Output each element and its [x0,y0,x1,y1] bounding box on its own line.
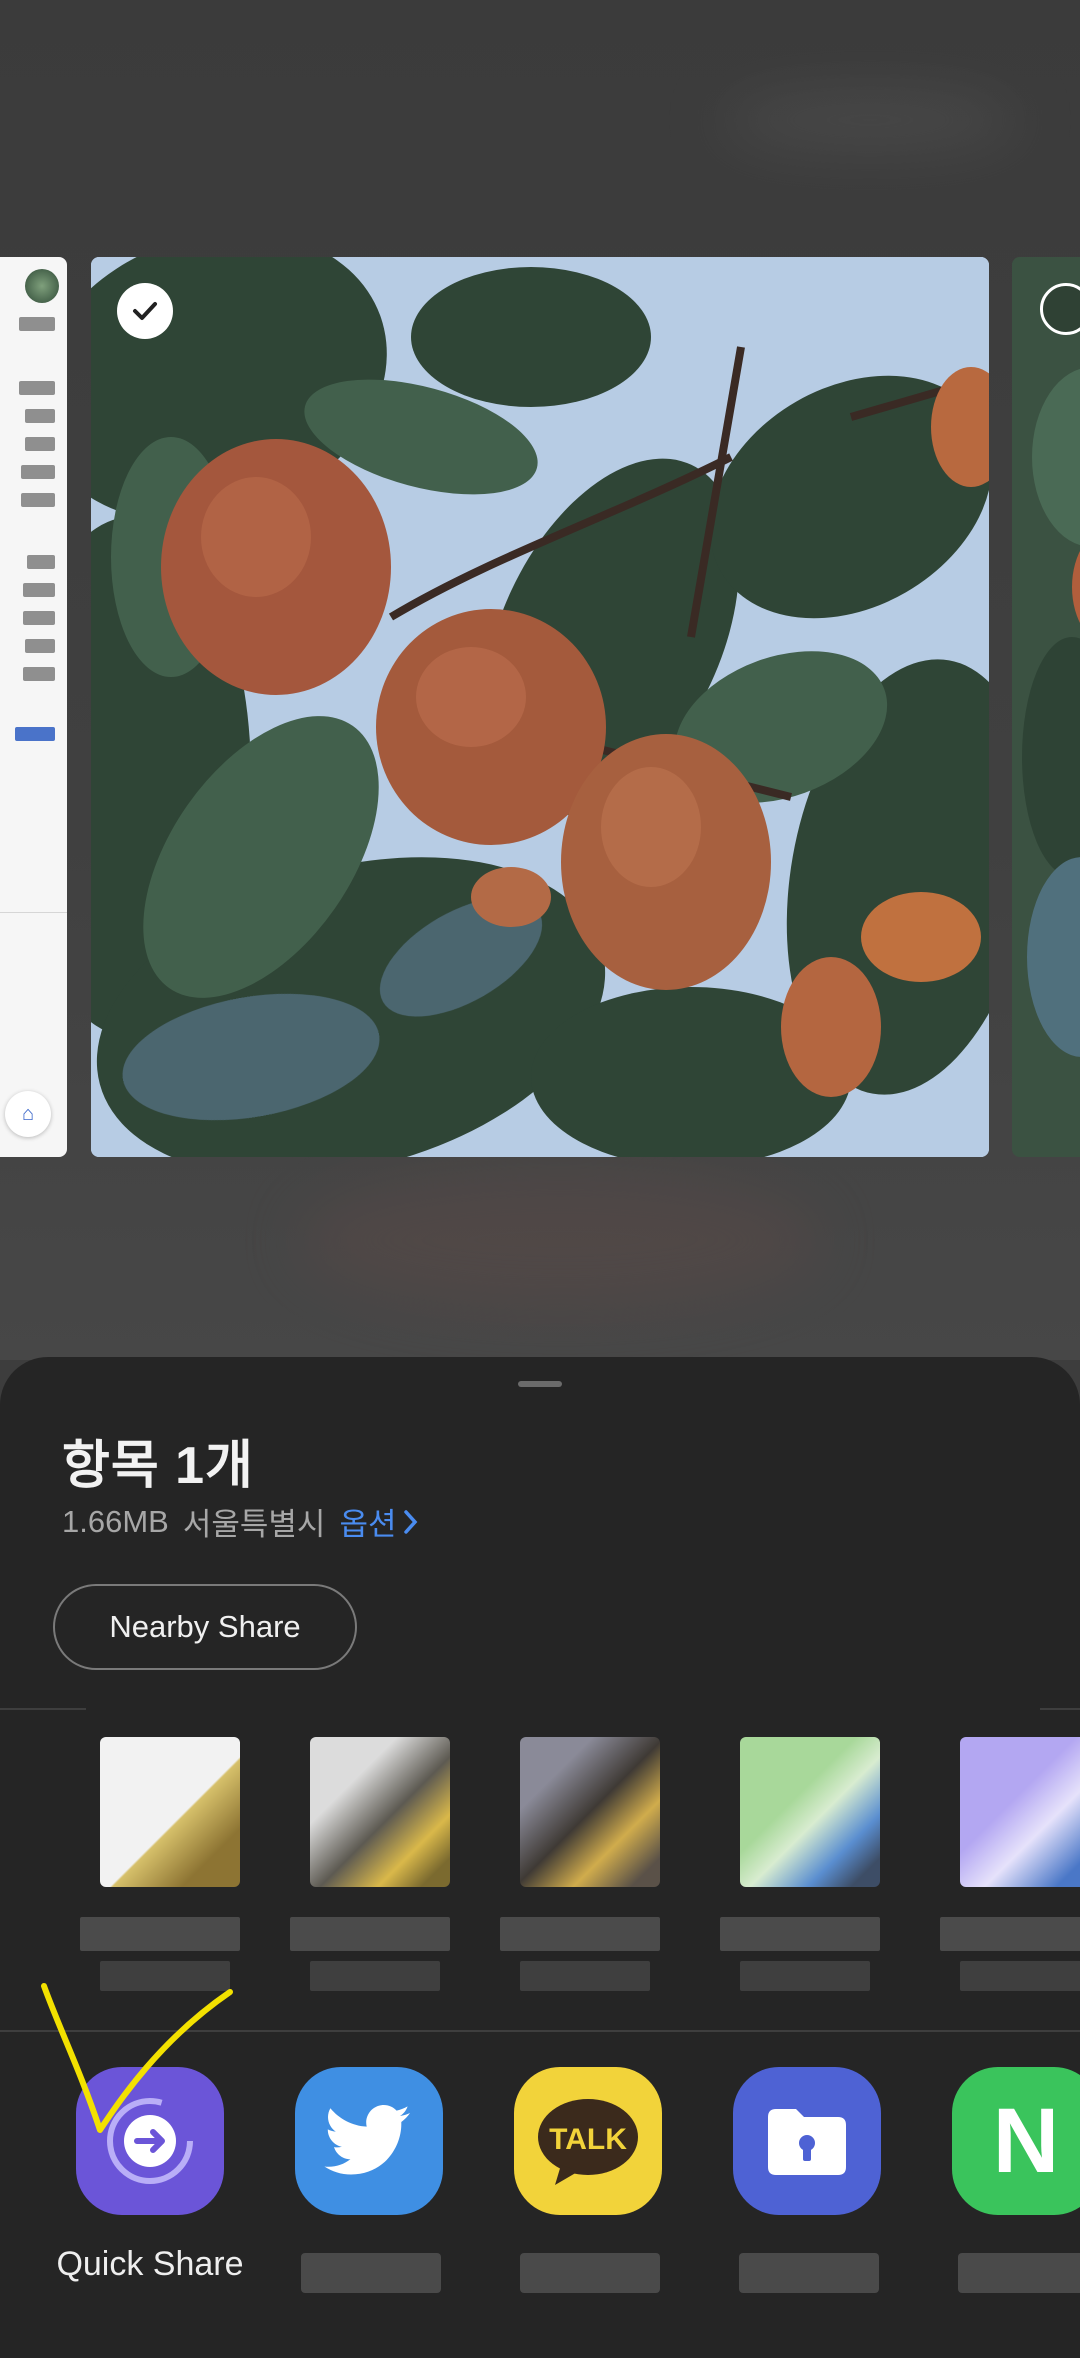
next-photo [1012,257,1080,1157]
chat-icon: ⌂ [5,1091,51,1137]
background-blur [300,1170,820,1310]
blurred-text [21,465,55,479]
secure-folder-icon [733,2067,881,2215]
options-label: 옵션 [339,1507,397,1542]
blurred-text [25,409,55,423]
persimmon-photo [91,257,989,1157]
blurred-text [21,493,55,507]
app-label-blurred [958,2253,1080,2293]
selected-image-preview[interactable] [91,257,989,1157]
naver-app[interactable]: N [910,2067,1080,2307]
chevron-right-icon [403,1509,417,1534]
next-item-preview[interactable] [1012,257,1080,1157]
direct-share-contact[interactable] [500,1737,670,2007]
app-label-blurred [520,2253,660,2293]
divider [1040,1708,1080,1710]
contact-name-blurred [720,1917,880,1951]
direct-share-contact[interactable] [940,1737,1080,2007]
app-label-blurred [301,2253,441,2293]
contact-name-blurred [290,1917,450,1951]
quick-share-label: Quick Share [56,2245,244,2283]
contact-app-blurred [310,1961,440,1991]
secure-folder-app[interactable] [691,2067,901,2307]
blurred-text [23,667,55,681]
previous-item-preview[interactable]: ⌂ [0,257,67,1157]
twitter-icon [295,2067,443,2215]
divider [0,912,67,913]
contact-name-blurred [940,1917,1080,1951]
contact-name-blurred [500,1917,660,1951]
divider [0,1708,86,1710]
direct-share-contact[interactable] [290,1737,460,2007]
quick-share-icon [76,2067,224,2215]
app-label-blurred [739,2253,879,2293]
divider [0,2030,1080,2032]
contact-app-blurred [960,1961,1080,1991]
twitter-app[interactable] [253,2067,463,2307]
app-share-row: Quick Share TALK N [0,2067,1080,2327]
contact-avatar [100,1737,240,1887]
image-carousel[interactable]: ⌂ [0,257,1080,1157]
kakaotalk-app[interactable]: TALK [472,2067,682,2307]
options-link[interactable]: 옵션 [339,1499,418,1544]
blurred-text [27,555,55,569]
item-count-title: 항목 1개 [62,1437,254,1495]
direct-share-contact[interactable] [80,1737,250,2007]
blurred-text [19,381,55,395]
quick-share-app[interactable]: Quick Share [34,2067,244,2307]
kakaotalk-icon-text: TALK [549,2123,627,2156]
background-blur [720,90,1020,150]
direct-share-contact[interactable] [720,1737,890,2007]
contact-avatar [520,1737,660,1887]
contact-avatar [740,1737,880,1887]
kakaotalk-icon: TALK [514,2067,662,2215]
contact-app-blurred [520,1961,650,1991]
blurred-text [23,583,55,597]
drag-handle[interactable] [518,1381,562,1387]
selected-check-icon[interactable] [117,283,173,339]
contact-app-blurred [100,1961,230,1991]
naver-icon: N [952,2067,1080,2215]
file-details: 1.66MB 서울특별시 옵션 [62,1499,419,1544]
contact-avatar [960,1737,1080,1887]
blurred-link [15,727,55,741]
location: 서울특별시 [182,1507,326,1542]
naver-icon-text: N [992,2089,1060,2192]
blurred-text [23,611,55,625]
contact-name-blurred [80,1917,240,1951]
blurred-text [19,317,55,331]
blurred-text [25,437,55,451]
nearby-share-button[interactable]: Nearby Share [53,1584,357,1670]
avatar [25,269,59,303]
contact-app-blurred [740,1961,870,1991]
share-sheet: 항목 1개 1.66MB 서울특별시 옵션 Nearby Share Quick… [0,1357,1080,2358]
file-size: 1.66MB [62,1503,169,1539]
contact-avatar [310,1737,450,1887]
blurred-text [25,639,55,653]
